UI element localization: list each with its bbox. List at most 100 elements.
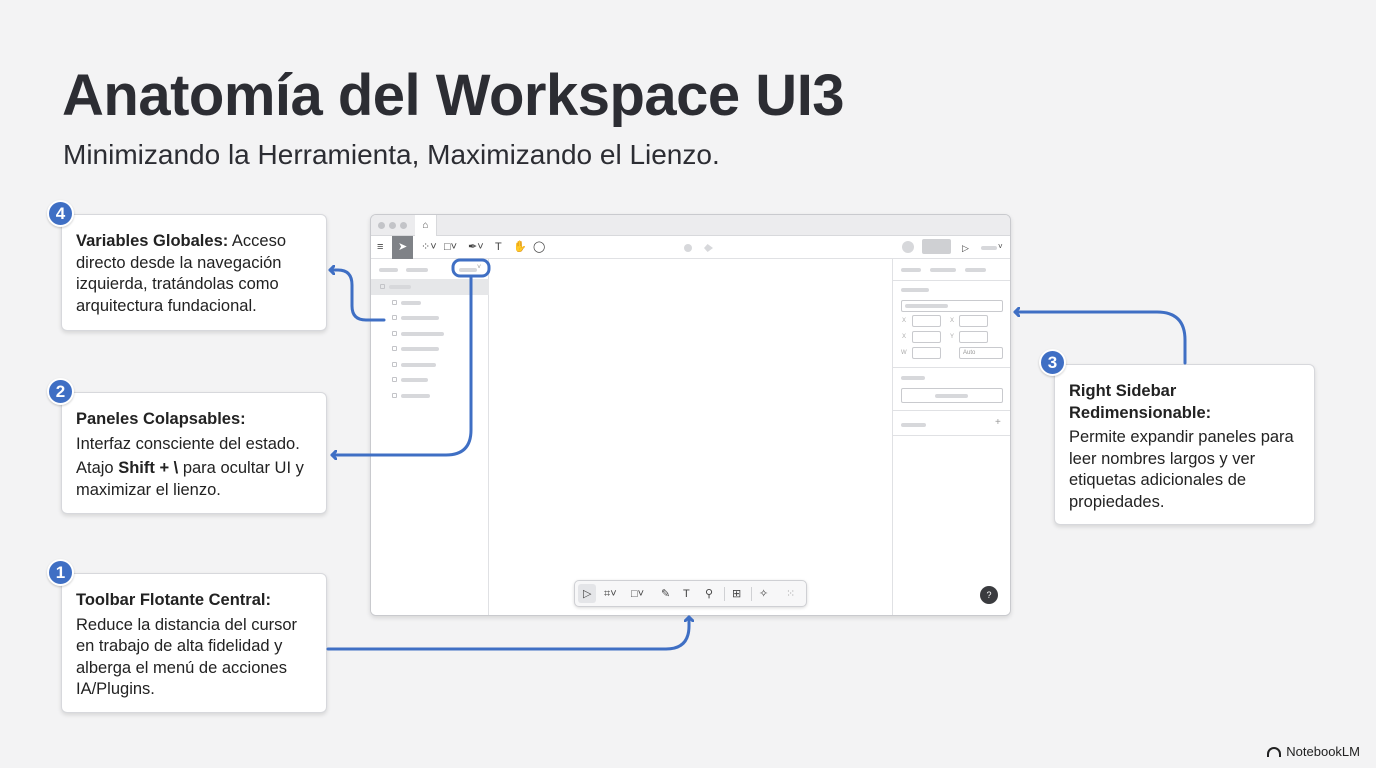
callout-heading: Paneles Colapsables:: [76, 410, 246, 428]
toolbar-center-dot: [684, 244, 692, 252]
auto-select-label: Auto: [963, 350, 976, 356]
panel-tab-file[interactable]: [379, 268, 398, 272]
layer-icon: [392, 315, 397, 320]
layer-name: [401, 301, 421, 305]
frame-layer-icon: [380, 284, 385, 289]
callout-paneles-colapsables: Paneles Colapsables: Interfaz consciente…: [61, 392, 327, 514]
text-tool-icon[interactable]: T: [683, 587, 690, 601]
window-dot: [389, 222, 396, 229]
rectangle-icon[interactable]: □˅: [631, 587, 644, 601]
step-badge-2: 2: [47, 378, 74, 405]
panel-tab-assets[interactable]: [406, 268, 428, 272]
weight-input[interactable]: [912, 347, 941, 359]
brand: NotebookLM: [1267, 744, 1360, 759]
toolbar-divider: [751, 587, 752, 601]
auto-select[interactable]: Auto: [959, 347, 1003, 359]
zoom-dropdown[interactable]: [981, 246, 997, 250]
plus-icon[interactable]: +: [995, 417, 1001, 428]
field-label: X: [902, 318, 907, 324]
right-sidebar: X X X Y W Auto +: [892, 259, 1010, 615]
brand-label: NotebookLM: [1286, 744, 1360, 759]
layer-name: [401, 378, 428, 382]
play-icon[interactable]: ▷: [962, 241, 969, 255]
layer-name: [401, 363, 436, 367]
wide-button-label: [935, 394, 968, 398]
panel-tab-design[interactable]: [901, 268, 921, 272]
step-badge-4: 4: [47, 200, 74, 227]
name-field-value: [905, 304, 948, 308]
callout-text: Permite expandir paneles para leer nombr…: [1069, 428, 1294, 511]
frame-icon[interactable]: □˅: [444, 240, 457, 254]
pen-icon[interactable]: ✎: [661, 587, 670, 601]
hand-icon[interactable]: ✋: [513, 240, 527, 254]
menu-icon[interactable]: ≡: [377, 240, 383, 254]
layer-icon: [392, 300, 397, 305]
layer-icon: [392, 346, 397, 351]
layer-name: [401, 347, 439, 351]
callout-toolbar-flotante: Toolbar Flotante Central: Reduce la dist…: [61, 573, 327, 713]
page-title: Anatomía del Workspace UI3: [62, 63, 845, 128]
chevron-down-icon[interactable]: ˅: [998, 240, 1003, 254]
cursor-icon[interactable]: ▷: [583, 587, 591, 601]
callout-heading: Right Sidebar Redimensionable:: [1069, 382, 1212, 422]
layer-icon: [392, 362, 397, 367]
y-input[interactable]: [959, 315, 988, 327]
callout-right-sidebar: Right Sidebar Redimensionable: Permite e…: [1054, 364, 1315, 525]
left-sidebar: ˅: [371, 259, 489, 615]
x-input[interactable]: [912, 315, 941, 327]
window-dot: [378, 222, 385, 229]
callout-text: Interfaz consciente del estado.: [76, 434, 300, 453]
section-label: [901, 376, 925, 380]
mock-tab-bar: ⌂: [371, 215, 1010, 236]
section-label: [901, 423, 926, 427]
field-label: W: [901, 350, 907, 356]
avatar[interactable]: [902, 241, 914, 253]
components-icon[interactable]: ⁘˅: [421, 240, 437, 254]
comment-icon[interactable]: ◯: [533, 240, 545, 254]
arrow-1: [326, 615, 689, 651]
field-label: X: [950, 318, 955, 324]
pen-icon[interactable]: ✒˅: [468, 240, 484, 254]
qr-icon[interactable]: ⊞: [732, 587, 741, 601]
variables-dropdown[interactable]: [459, 268, 477, 272]
callout-heading: Variables Globales:: [76, 232, 229, 250]
workspace-mockup: ⌂ ≡ ➤ ⁘˅ □˅ ✒˅ T ✋ ◯ ▷ ˅ ˅ X X X Y W Aut…: [370, 214, 1011, 616]
layer-name: [401, 316, 439, 320]
rp-separator: [893, 367, 1010, 368]
callout-text: Reduce la distancia del cursor en trabaj…: [76, 615, 298, 699]
canvas[interactable]: [489, 259, 892, 615]
crop-icon[interactable]: ⌗˅: [604, 587, 617, 601]
step-badge-1: 1: [47, 559, 74, 586]
page-subtitle: Minimizando la Herramienta, Maximizando …: [63, 139, 720, 170]
section-label: [901, 288, 929, 292]
cursor-icon[interactable]: ➤: [398, 240, 407, 254]
toolbar-divider: [724, 587, 725, 601]
panel-tab-prototype[interactable]: [930, 268, 956, 272]
field-label: Y: [950, 334, 955, 340]
floating-toolbar: ▷ ⌗˅ □˅ ✎ T ⚲ ⊞ ✧ ⁙: [574, 580, 807, 607]
layer-name: [401, 332, 444, 336]
layer-name: [389, 285, 411, 289]
shortcut-keys: Shift + \: [118, 459, 179, 477]
layer-icon: [392, 393, 397, 398]
window-dot: [400, 222, 407, 229]
field-label: X: [902, 334, 907, 340]
chevron-down-icon: ˅: [477, 264, 482, 271]
ai-sparkle-icon[interactable]: ✧: [759, 587, 768, 601]
height-input[interactable]: [959, 331, 988, 343]
help-button[interactable]: ?: [980, 586, 998, 604]
width-input[interactable]: [912, 331, 941, 343]
panel-tab-inspect[interactable]: [965, 268, 986, 272]
callout-text-prefix: Atajo: [76, 459, 119, 477]
layer-name: [401, 394, 430, 398]
rp-separator: [893, 410, 1010, 411]
link-icon[interactable]: ⚲: [705, 587, 713, 601]
notebooklm-logo-icon: [1267, 746, 1282, 757]
text-tool-icon[interactable]: T: [495, 240, 502, 254]
callout-variables-globales: Variables Globales: Acceso directo desde…: [61, 214, 327, 331]
share-button[interactable]: [922, 239, 951, 254]
layer-icon: [392, 331, 397, 336]
home-icon[interactable]: ⌂: [415, 215, 437, 236]
rp-separator: [893, 280, 1010, 281]
plugins-grid-icon[interactable]: ⁙: [786, 587, 795, 601]
